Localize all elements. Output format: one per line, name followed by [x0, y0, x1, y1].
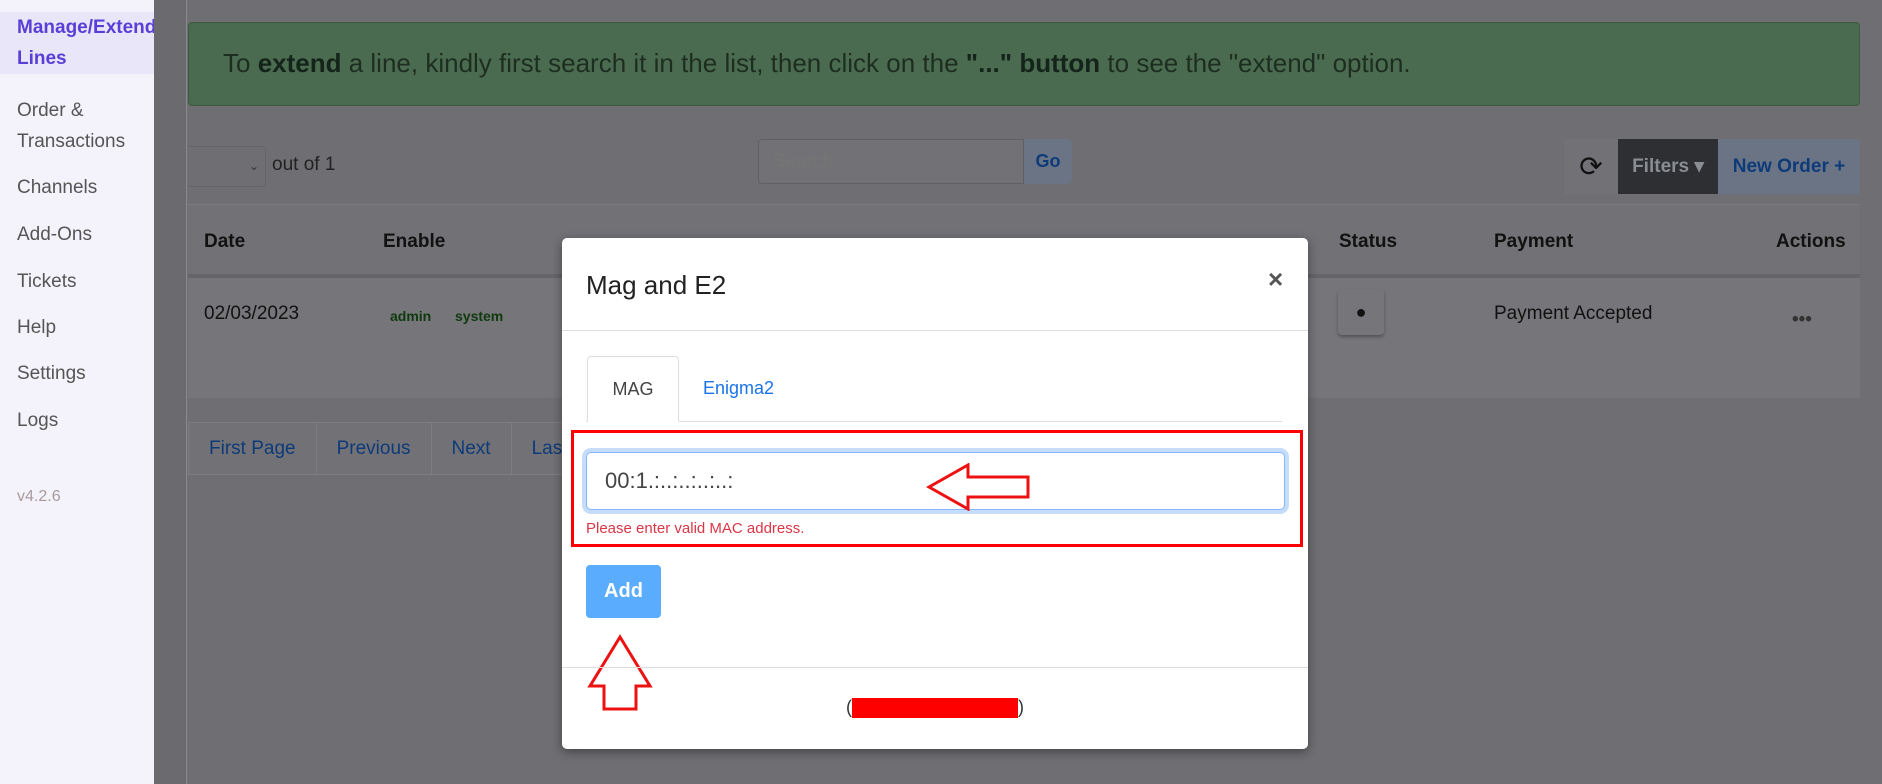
col-actions: Actions: [1776, 231, 1846, 252]
modal-title: Mag and E2: [586, 270, 727, 300]
divider: [586, 421, 1282, 422]
refresh-icon[interactable]: ⟳: [1564, 139, 1618, 194]
search-input[interactable]: [758, 139, 1024, 184]
filters-button[interactable]: Filters ▾: [1618, 139, 1718, 194]
sidebar-item-channels[interactable]: Channels: [17, 172, 147, 203]
chevron-down-icon: ⌄: [248, 159, 259, 173]
divider: [562, 667, 1308, 668]
eye-icon[interactable]: ●: [1338, 289, 1384, 335]
redaction: [852, 698, 1018, 719]
sidebar-item-logs[interactable]: Logs: [17, 405, 147, 436]
sidebar-item-help[interactable]: Help: [17, 312, 147, 343]
close-icon[interactable]: ×: [1268, 264, 1283, 295]
row-payment: Payment Accepted: [1494, 303, 1653, 324]
tab-mag[interactable]: MAG: [587, 356, 679, 422]
sidebar-item-tickets[interactable]: Tickets: [17, 266, 147, 297]
divider: [562, 330, 1308, 331]
mag-e2-modal: Mag and E2 × MAG Enigma2 Please enter va…: [562, 238, 1308, 749]
sidebar: Manage/Extend Lines Order & Transactions…: [0, 0, 185, 784]
next-link[interactable]: Next: [432, 423, 512, 474]
add-button[interactable]: Add: [586, 565, 661, 618]
col-date[interactable]: Date: [204, 231, 245, 253]
modal-footer: (): [562, 697, 1308, 719]
alert-text: a line, kindly first search it in the li…: [341, 48, 966, 78]
error-message: Please enter valid MAC address.: [586, 520, 805, 537]
new-order-button[interactable]: New Order +: [1718, 139, 1860, 194]
sidebar-item-orders[interactable]: Order & Transactions: [17, 95, 147, 157]
col-status[interactable]: Status: [1339, 231, 1397, 253]
pagination: First Page Previous Next Last: [188, 422, 590, 475]
page-count: out of 1: [272, 154, 336, 175]
enable-badge: system: [455, 308, 504, 324]
alert-text: To: [223, 48, 258, 78]
col-payment: Payment: [1494, 231, 1574, 252]
gutter: [154, 0, 187, 784]
col-enable: Enable: [383, 231, 446, 252]
sidebar-item-addons[interactable]: Add-Ons: [17, 219, 147, 250]
version-label: v4.2.6: [17, 488, 61, 505]
alert-bold: extend: [257, 48, 342, 78]
enable-badge: admin: [390, 308, 432, 324]
page-select[interactable]: ⌄: [188, 146, 266, 187]
info-alert: To extend a line, kindly first search it…: [188, 22, 1860, 106]
go-button[interactable]: Go: [1024, 139, 1072, 184]
previous-link[interactable]: Previous: [317, 423, 432, 474]
tab-enigma2[interactable]: Enigma2: [703, 356, 774, 422]
alert-bold: "..." button: [965, 48, 1101, 78]
left-arrow-annotation-icon: [926, 463, 1030, 511]
alert-text: to see the "extend" option.: [1100, 48, 1411, 78]
actions-button[interactable]: •••: [1792, 309, 1812, 331]
paren: ): [1018, 697, 1024, 717]
first-page-link[interactable]: First Page: [189, 423, 317, 474]
sidebar-item-settings[interactable]: Settings: [17, 358, 147, 389]
row-date: 02/03/2023: [204, 303, 300, 324]
